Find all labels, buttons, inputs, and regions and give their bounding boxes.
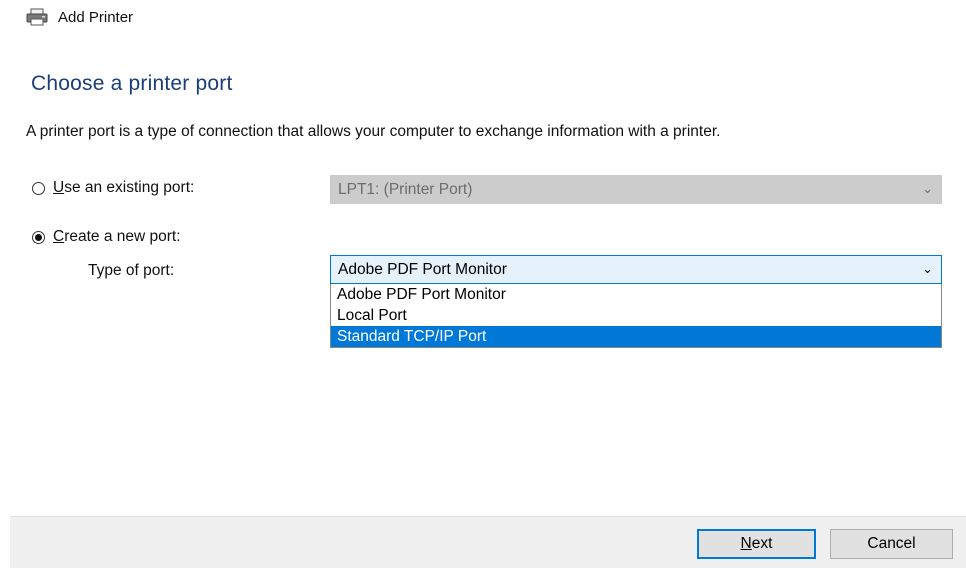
title-bar: Add Printer <box>26 6 133 28</box>
printer-icon <box>26 8 48 26</box>
new-port-radio-button[interactable] <box>32 230 45 244</box>
dropdown-option[interactable]: Local Port <box>331 305 941 326</box>
existing-port-select: LPT1: (Printer Port) ⌄ <box>330 175 942 204</box>
port-type-select[interactable]: Adobe PDF Port Monitor ⌄ <box>330 255 942 284</box>
dropdown-option[interactable]: Adobe PDF Port Monitor <box>331 284 941 305</box>
existing-port-radio-button[interactable] <box>32 181 45 195</box>
chevron-down-icon[interactable]: ⌄ <box>922 261 933 277</box>
dialog-footer <box>10 516 966 568</box>
new-port-label: Create a new port: <box>53 228 181 245</box>
port-type-dropdown: Adobe PDF Port Monitor Local Port Standa… <box>330 284 942 348</box>
port-type-value: Adobe PDF Port Monitor <box>338 260 507 278</box>
existing-port-label: Use an existing port: <box>53 179 195 196</box>
page-description: A printer port is a type of connection t… <box>26 123 721 140</box>
chevron-down-icon: ⌄ <box>922 181 933 196</box>
window-title: Add Printer <box>58 8 134 26</box>
existing-port-value: LPT1: (Printer Port) <box>338 180 473 198</box>
type-of-port-label: Type of port: <box>88 262 175 279</box>
page-heading: Choose a printer port <box>31 72 233 95</box>
dropdown-option-highlighted[interactable]: Standard TCP/IP Port <box>331 326 941 347</box>
cancel-button[interactable]: Cancel <box>830 529 953 559</box>
next-button-label: Next <box>740 535 773 552</box>
next-button[interactable]: Next <box>697 529 816 559</box>
existing-port-radio[interactable]: Use an existing port: <box>32 179 194 197</box>
new-port-radio[interactable]: Create a new port: <box>32 228 181 246</box>
